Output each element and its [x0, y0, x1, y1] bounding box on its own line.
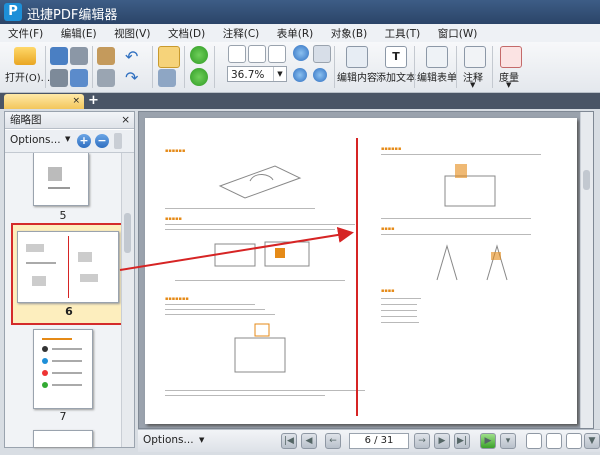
- page-number-input[interactable]: 6 / 31: [349, 433, 409, 449]
- page-indicator: 6 / 31: [364, 435, 394, 446]
- annotation-arrow: [119, 227, 354, 271]
- first-page-icon[interactable]: |◀: [281, 433, 297, 449]
- continuous-view-icon[interactable]: [546, 433, 562, 449]
- single-page-view-icon[interactable]: [526, 433, 542, 449]
- chevron-down-icon[interactable]: ▼: [199, 436, 204, 444]
- previous-page-icon[interactable]: ◀: [301, 433, 317, 449]
- two-page-view-icon[interactable]: [566, 433, 582, 449]
- go-back-icon[interactable]: ←: [325, 433, 341, 449]
- last-page-icon[interactable]: ▶|: [454, 433, 470, 449]
- navigation-bar: Options... ▼ |◀ ◀ ← 6 / 31 → ▶ ▶| ▶ ▾ ▼: [138, 429, 600, 452]
- chevron-down-icon[interactable]: ▼: [584, 433, 600, 449]
- page-options-icon[interactable]: ▾: [500, 433, 516, 449]
- go-forward-icon[interactable]: →: [414, 433, 430, 449]
- play-icon[interactable]: ▶: [480, 433, 496, 449]
- options-menu[interactable]: Options...: [143, 434, 194, 446]
- next-page-icon[interactable]: ▶: [434, 433, 450, 449]
